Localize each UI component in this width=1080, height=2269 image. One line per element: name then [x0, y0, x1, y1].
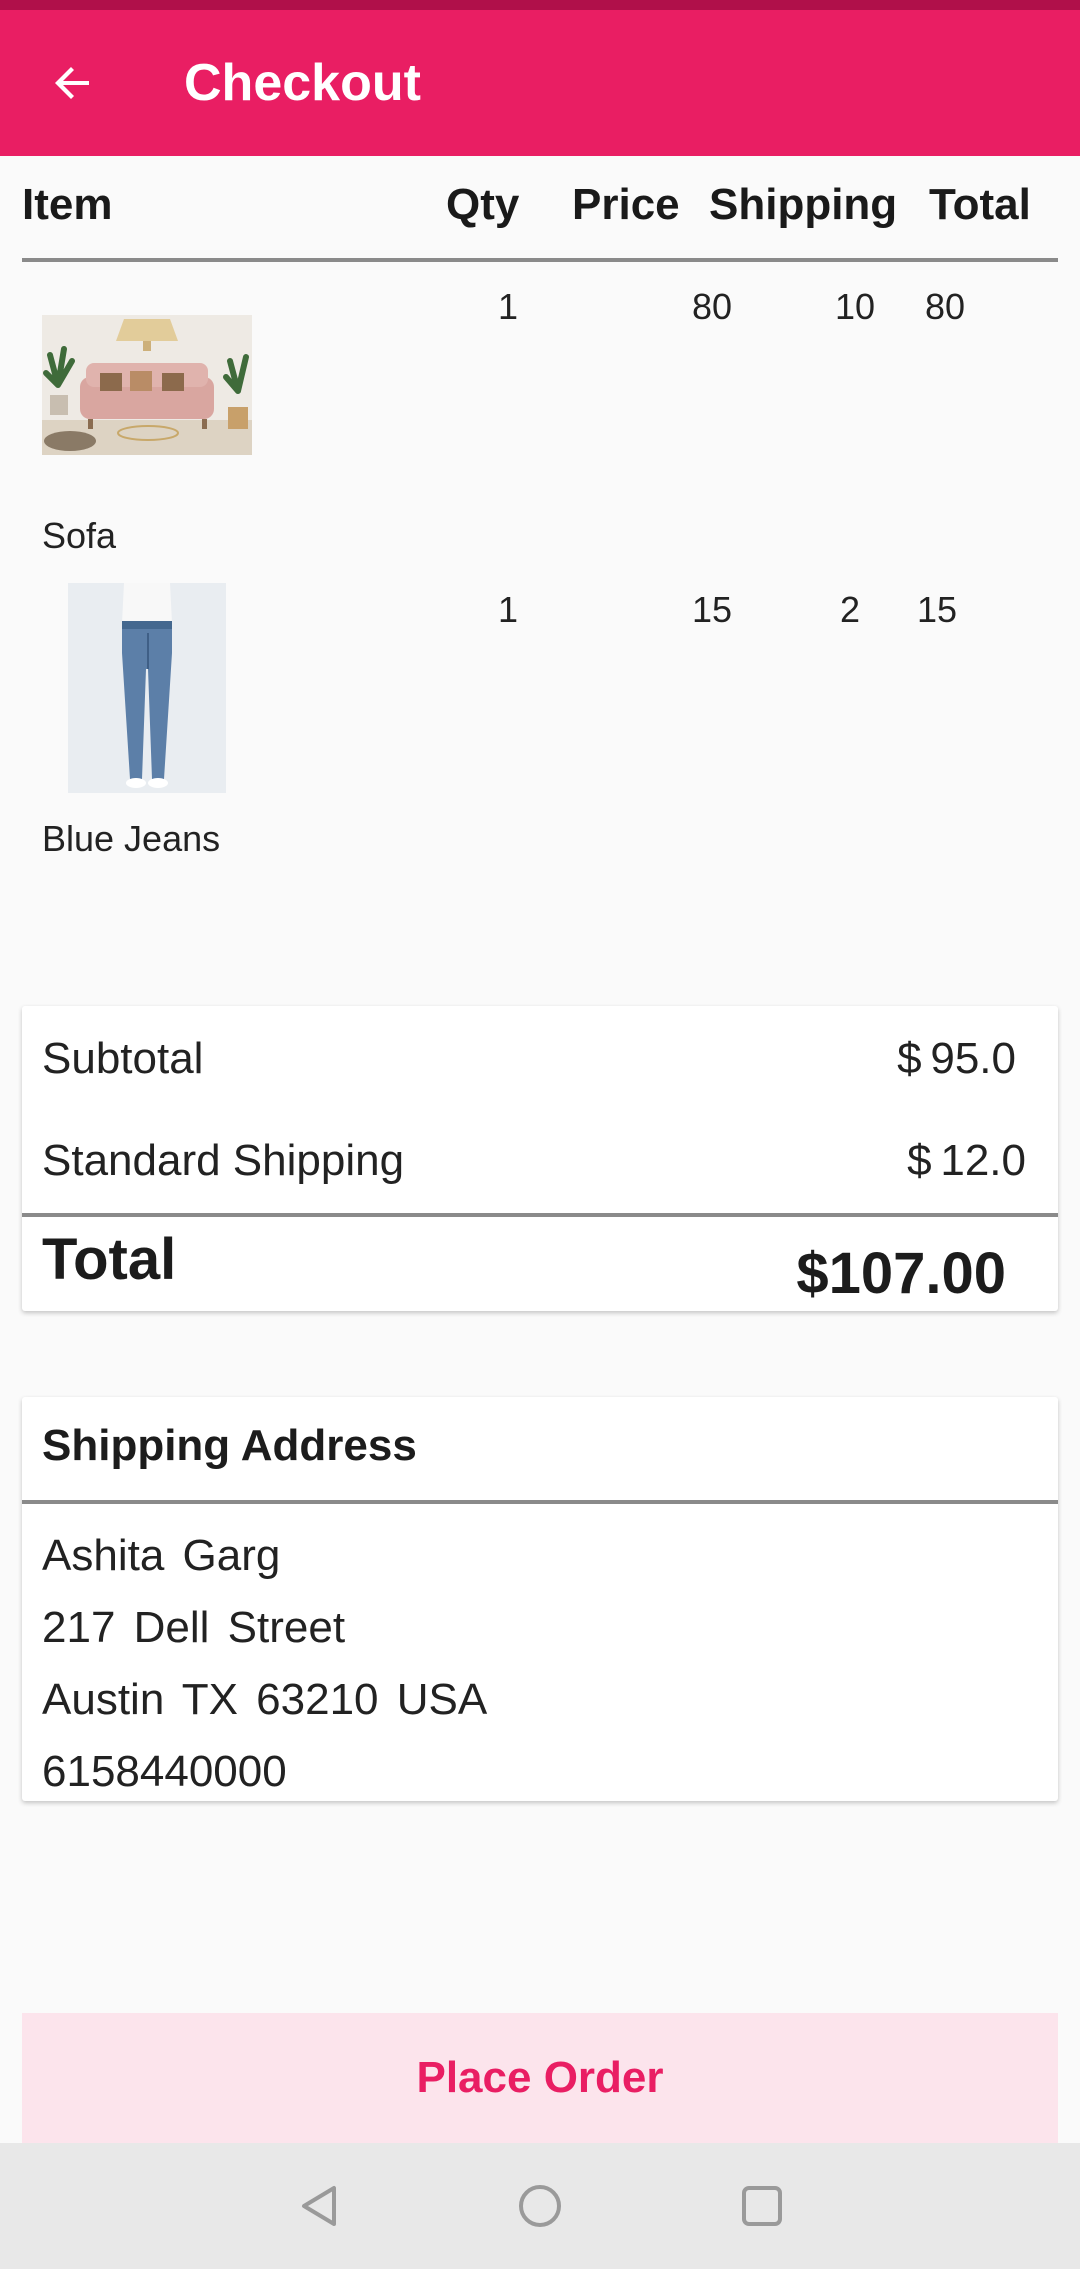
qty-value: 1: [498, 286, 519, 327]
header-qty: Qty: [446, 180, 520, 229]
summary-divider: [22, 1213, 1058, 1217]
subtotal-label: Subtotal: [42, 1034, 204, 1083]
total-value: 15: [917, 589, 958, 630]
shipping-address-title: Shipping Address: [42, 1421, 417, 1470]
page-title: Checkout: [184, 54, 421, 112]
table-row: 1 80 10 80 Sofa: [0, 280, 1080, 570]
address-street: 217 Dell Street: [42, 1603, 346, 1652]
total-value: 80: [925, 286, 966, 327]
place-order-button[interactable]: Place Order: [22, 2013, 1058, 2143]
back-button[interactable]: [18, 28, 128, 138]
shipping-value: $ 12.0: [907, 1136, 1026, 1185]
shipping-value: 10: [835, 286, 876, 327]
shipping-label: Standard Shipping: [42, 1136, 405, 1185]
header-divider: [22, 258, 1058, 262]
status-bar: [0, 0, 1080, 10]
nav-home-button[interactable]: [510, 2176, 570, 2236]
qty-value: 1: [498, 589, 519, 630]
shipping-address-card: Shipping Address Ashita Garg 217 Dell St…: [22, 1397, 1058, 1801]
triangle-back-icon: [302, 2186, 336, 2226]
price-value: 80: [692, 286, 733, 327]
total-label: Total: [42, 1227, 177, 1292]
item-name: Sofa: [42, 515, 117, 556]
address-phone: 6158440000: [42, 1747, 287, 1796]
subtotal-value: $ 95.0: [897, 1034, 1016, 1083]
header-price: Price: [572, 180, 680, 229]
table-row: 1 15 2 15 Blue Jeans: [0, 583, 1080, 883]
system-navigation-bar: [0, 2143, 1080, 2269]
header-shipping: Shipping: [709, 180, 898, 229]
sofa-product-image: [42, 315, 252, 455]
price-value: 15: [692, 589, 733, 630]
address-name: Ashita Garg: [42, 1531, 281, 1580]
grand-total-value: $107.00: [796, 1241, 1006, 1306]
arrow-back-icon: [55, 67, 89, 99]
jeans-product-image: [68, 583, 226, 793]
square-recents-icon: [742, 2186, 782, 2226]
app-bar: Checkout: [0, 10, 1080, 156]
table-header: Item Qty Price Shipping Total: [0, 180, 1080, 240]
address-divider: [22, 1500, 1058, 1504]
shipping-row: Standard Shipping $ 12.0: [42, 1136, 1026, 1186]
header-item: Item: [22, 180, 113, 229]
address-city-line: Austin TX 63210 USA: [42, 1675, 488, 1724]
nav-recents-button[interactable]: [732, 2176, 792, 2236]
item-name: Blue Jeans: [42, 818, 221, 859]
subtotal-row: Subtotal $ 95.0: [42, 1034, 1016, 1084]
shipping-value: 2: [840, 589, 861, 630]
order-summary-card: Subtotal $ 95.0 Standard Shipping $ 12.0…: [22, 1006, 1058, 1311]
header-total: Total: [929, 180, 1031, 229]
nav-back-button[interactable]: [290, 2176, 350, 2236]
circle-home-icon: [519, 2185, 561, 2227]
